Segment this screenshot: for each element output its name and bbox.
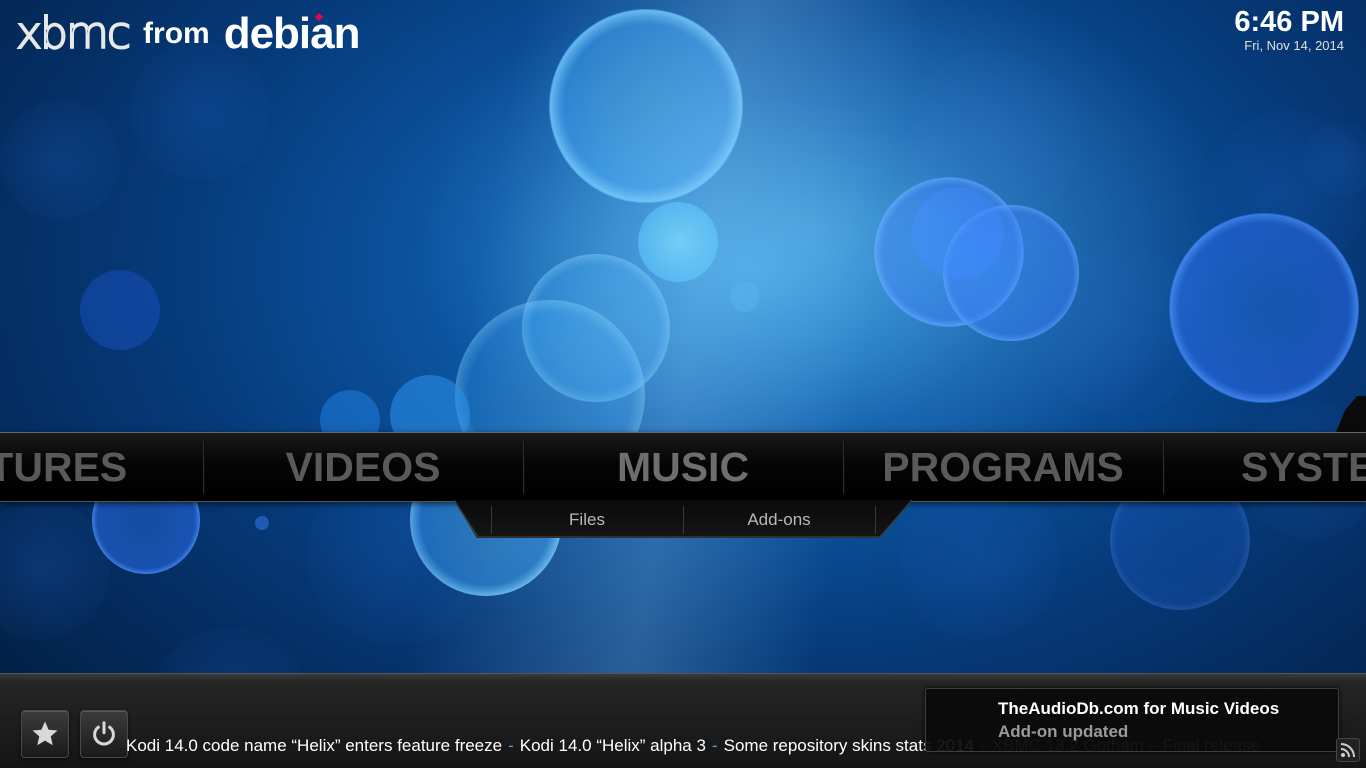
xbmc-home-screen: xbmc from debian 6:46 PM Fri, Nov 14, 20… (0, 0, 1366, 768)
star-icon (32, 721, 58, 746)
menu-item-label: MUSIC (616, 443, 750, 490)
logo-from-text: from (143, 17, 210, 50)
favourites-button[interactable] (21, 710, 69, 758)
submenu-item-label: Add-ons (747, 510, 811, 529)
rss-icon (1336, 738, 1360, 762)
submenu-divider (875, 506, 876, 534)
notification-title: TheAudioDb.com for Music Videos (998, 699, 1280, 718)
menu-item-system[interactable]: SYSTE (1163, 433, 1366, 501)
light-streak (0, 0, 1366, 768)
submenu-item-label: Files (569, 510, 605, 529)
menu-item-label: SYSTE (1241, 443, 1366, 490)
ticker-separator: - (508, 736, 514, 755)
notification-message: Add-on updated (998, 722, 1129, 741)
rss-feed-icon (1340, 743, 1355, 758)
menu-item-videos[interactable]: VIDEOS (203, 433, 523, 501)
clock: 6:46 PM Fri, Nov 14, 2014 (1234, 6, 1344, 54)
power-icon (93, 721, 115, 746)
menu-item-music[interactable]: MUSIC (523, 433, 843, 501)
main-menu-bar: CTURES VIDEOS MUSIC PROGRAMS SYSTE (0, 432, 1366, 502)
menu-item-programs[interactable]: PROGRAMS (843, 433, 1163, 501)
menu-item-label: PROGRAMS (882, 443, 1124, 490)
xbmc-debian-logo: xbmc from debian (15, 8, 361, 60)
submenu-item-files[interactable]: Files (492, 504, 682, 536)
ticker-item: Kodi 14.0 code name “Helix” enters featu… (126, 736, 503, 755)
submenu-item-add-ons[interactable]: Add-ons (684, 504, 874, 536)
xbmc-logo-text: xbmc (15, 8, 132, 59)
menu-item-label: CTURES (0, 443, 128, 490)
debian-logo-word: debian (223, 9, 361, 58)
debian-logo-text: debian (223, 9, 361, 58)
clock-time: 6:46 PM (1234, 6, 1344, 38)
addon-notification: TheAudioDb.com for Music Videos Add-on u… (925, 688, 1339, 752)
power-button[interactable] (80, 710, 128, 758)
ticker-item: Kodi 14.0 “Helix” alpha 3 (519, 736, 706, 755)
ticker-separator: - (711, 736, 718, 755)
clock-date: Fri, Nov 14, 2014 (1244, 38, 1344, 53)
menu-item-pictures[interactable]: CTURES (0, 433, 203, 501)
menu-item-label: VIDEOS (285, 443, 441, 490)
